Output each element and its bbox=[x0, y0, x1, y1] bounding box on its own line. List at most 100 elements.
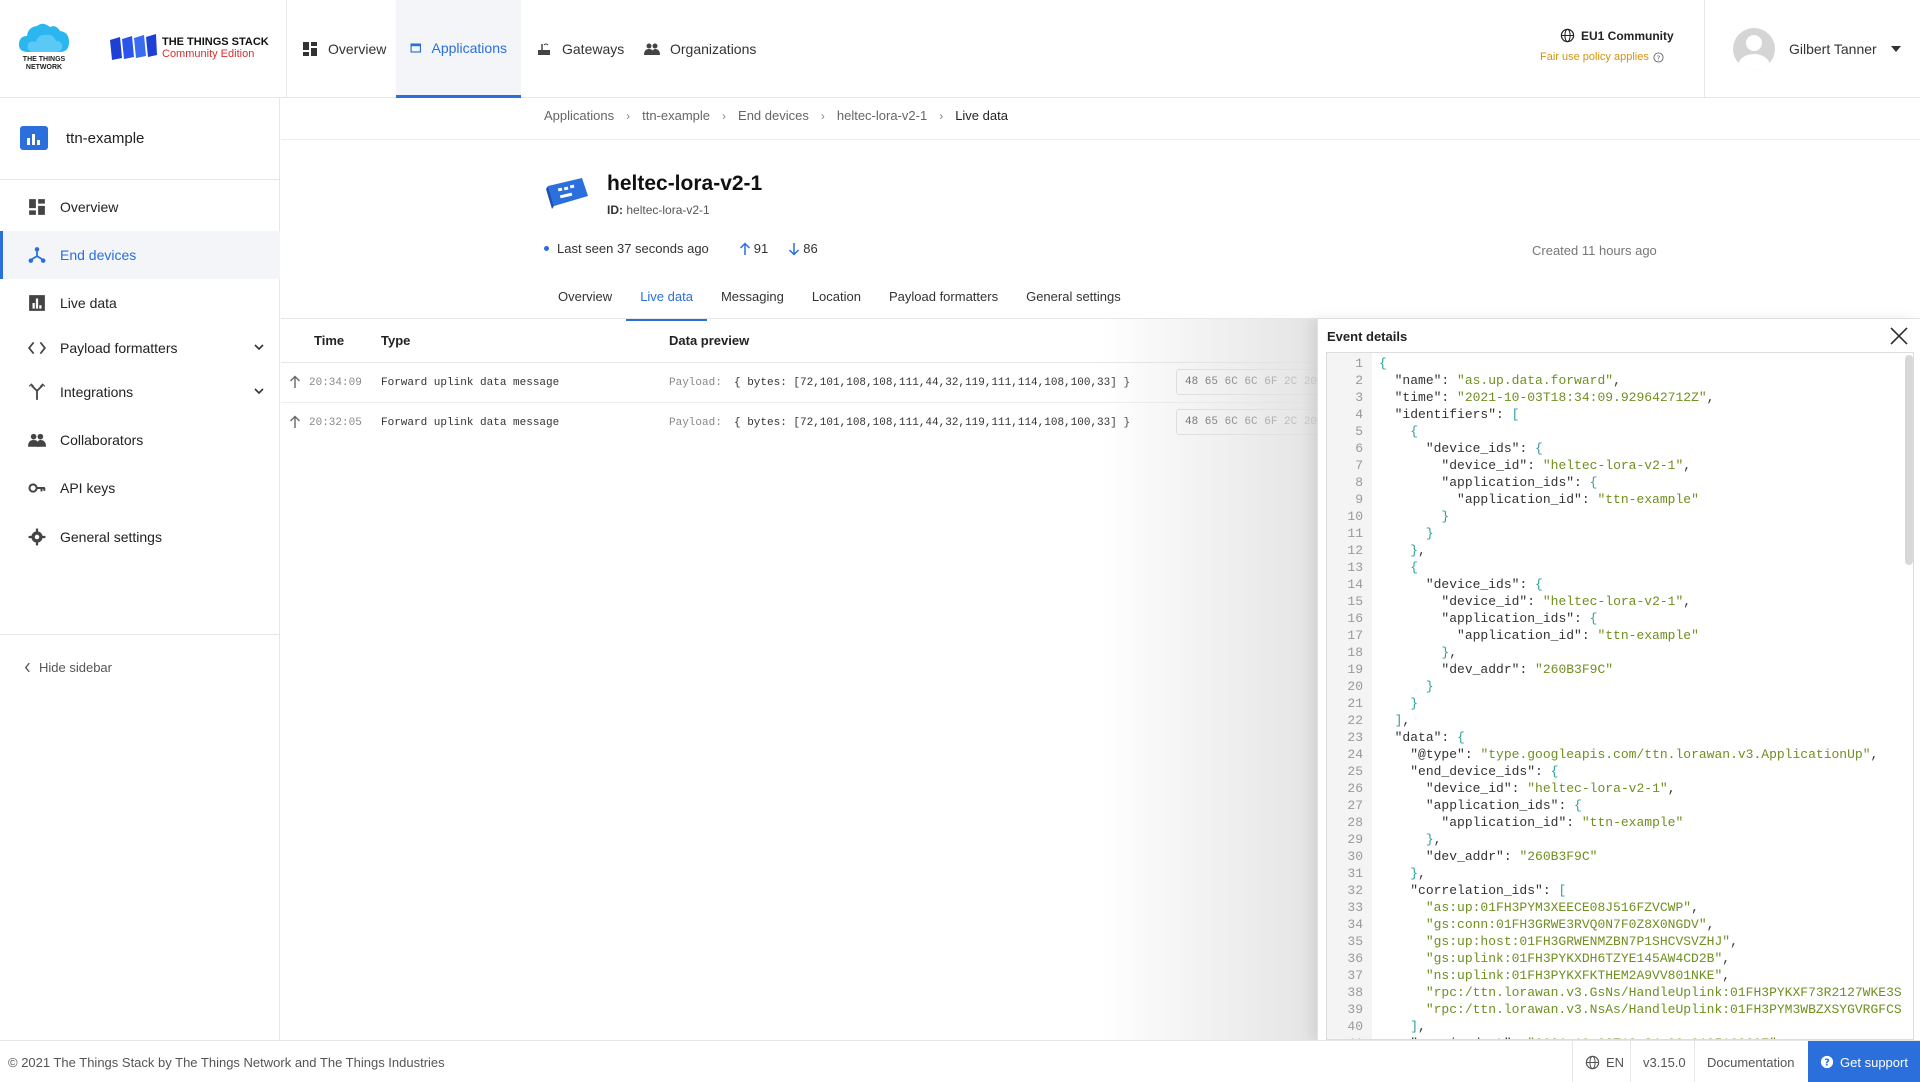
code-text: "application_id": "ttn-example" bbox=[1457, 628, 1699, 643]
user-menu[interactable]: Gilbert Tanner bbox=[1733, 28, 1901, 70]
line-number: 15 bbox=[1347, 594, 1363, 609]
code-text: "name": "as.up.data.forward", bbox=[1394, 373, 1621, 388]
people-icon bbox=[28, 433, 46, 447]
sidebar-item-collaborators[interactable]: Collaborators bbox=[0, 416, 280, 464]
code-line: 31 }, bbox=[1327, 865, 1913, 882]
sidebar-item-label: Live data bbox=[60, 295, 117, 311]
sidebar-item-integrations[interactable]: Integrations bbox=[0, 368, 280, 416]
event-details-panel: Event details 1{2 "name": "as.up.data.fo… bbox=[1317, 319, 1920, 1040]
sidebar-item-end-devices[interactable]: End devices bbox=[0, 231, 280, 279]
code-text: "data": { bbox=[1394, 730, 1465, 745]
code-text: "device_ids": { bbox=[1425, 577, 1543, 592]
breadcrumb-current: Live data bbox=[955, 108, 1008, 123]
sidebar-item-live-data[interactable]: Live data bbox=[0, 279, 280, 327]
code-line: 6 "device_ids": { bbox=[1327, 440, 1913, 457]
breadcrumb-separator: › bbox=[626, 108, 631, 123]
last-seen-label: Last seen 37 seconds ago bbox=[557, 241, 709, 256]
table-row[interactable]: 20:32:05 Forward uplink data message Pay… bbox=[281, 403, 1336, 443]
network-label: EU1 Community bbox=[1581, 28, 1674, 43]
hide-sidebar-label: Hide sidebar bbox=[39, 660, 112, 675]
arrow-up-icon bbox=[739, 241, 750, 255]
chevron-left-icon bbox=[24, 662, 30, 673]
line-number: 39 bbox=[1347, 1002, 1363, 1017]
event-type: Forward uplink data message bbox=[381, 377, 560, 389]
tab-overview[interactable]: Overview bbox=[544, 283, 626, 321]
event-type: Forward uplink data message bbox=[381, 417, 560, 429]
nav-overview[interactable]: Overview bbox=[288, 0, 400, 98]
nav-applications[interactable]: Applications bbox=[396, 0, 521, 98]
code-line: 9 "application_id": "ttn-example" bbox=[1327, 491, 1913, 508]
code-text: ], bbox=[1410, 1019, 1426, 1034]
code-line: 26 "device_id": "heltec-lora-v2-1", bbox=[1327, 780, 1913, 797]
line-number: 9 bbox=[1355, 492, 1363, 507]
line-number: 23 bbox=[1347, 730, 1363, 745]
code-text: } bbox=[1425, 679, 1434, 694]
payload-hex[interactable]: 48 65 6C 6C 6F 2C 20 77 bbox=[1176, 409, 1336, 435]
table-row[interactable]: 20:34:09 Forward uplink data message Pay… bbox=[281, 363, 1336, 403]
tab-messaging[interactable]: Messaging bbox=[707, 283, 798, 321]
network-selector[interactable]: EU1 Community Fair use policy applies ? bbox=[1540, 28, 1680, 64]
code-text: ], bbox=[1394, 713, 1411, 728]
scrollbar[interactable] bbox=[1905, 355, 1913, 565]
breadcrumb-end-devices[interactable]: End devices bbox=[738, 108, 809, 123]
close-icon[interactable] bbox=[1888, 325, 1910, 347]
code-text: }, bbox=[1425, 832, 1442, 847]
code-line: 14 "device_ids": { bbox=[1327, 576, 1913, 593]
sidebar-item-general-settings[interactable]: General settings bbox=[0, 513, 280, 561]
sidebar-item-label: Integrations bbox=[60, 384, 134, 400]
line-number: 7 bbox=[1355, 458, 1363, 473]
chart-icon bbox=[29, 295, 45, 311]
code-line: 19 "dev_addr": "260B3F9C" bbox=[1327, 661, 1913, 678]
line-number: 31 bbox=[1347, 866, 1363, 881]
code-line: 11 } bbox=[1327, 525, 1913, 542]
ttn-logo[interactable]: THE THINGS NETWORK bbox=[16, 22, 72, 78]
nav-gateways-label: Gateways bbox=[562, 41, 625, 57]
integrations-icon bbox=[28, 383, 46, 400]
code-line: 10 } bbox=[1327, 508, 1913, 525]
svg-text:?: ? bbox=[1824, 1058, 1830, 1069]
payload-value: { bytes: [72,101,108,108,111,44,32,119,1… bbox=[734, 377, 1131, 389]
get-support-button[interactable]: ? Get support bbox=[1808, 1041, 1920, 1082]
breadcrumb-applications[interactable]: Applications bbox=[544, 108, 614, 123]
code-text: "rpc:/ttn.lorawan.v3.NsAs/HandleUplink:0… bbox=[1425, 1002, 1902, 1017]
tab-live-data[interactable]: Live data bbox=[626, 283, 707, 321]
breadcrumb-device[interactable]: heltec-lora-v2-1 bbox=[837, 108, 927, 123]
globe-icon bbox=[1560, 28, 1575, 43]
tab-location[interactable]: Location bbox=[798, 283, 875, 321]
code-icon bbox=[28, 341, 46, 355]
hide-sidebar-button[interactable]: Hide sidebar bbox=[24, 660, 112, 675]
line-number: 4 bbox=[1355, 407, 1363, 422]
sidebar-item-api-keys[interactable]: API keys bbox=[0, 464, 280, 512]
code-line: 18 }, bbox=[1327, 644, 1913, 661]
documentation-link[interactable]: Documentation bbox=[1694, 1041, 1806, 1082]
globe-icon bbox=[1585, 1055, 1600, 1069]
sidebar-app-header[interactable]: ttn-example bbox=[20, 126, 144, 150]
breadcrumb-application[interactable]: ttn-example bbox=[642, 108, 710, 123]
fair-use-label: Fair use policy applies bbox=[1540, 51, 1649, 63]
tab-general-settings[interactable]: General settings bbox=[1012, 283, 1135, 321]
line-number: 26 bbox=[1347, 781, 1363, 796]
ttn-text-line-1: THE THINGS bbox=[22, 56, 66, 63]
stack-edition: Community Edition bbox=[162, 48, 255, 60]
code-line: 12 }, bbox=[1327, 542, 1913, 559]
json-viewer[interactable]: 1{2 "name": "as.up.data.forward", 3 "time… bbox=[1326, 352, 1914, 1040]
breadcrumb-separator: › bbox=[722, 108, 727, 123]
payload-hex[interactable]: 48 65 6C 6C 6F 2C 20 77 bbox=[1176, 369, 1336, 395]
nav-gateways[interactable]: Gateways bbox=[522, 0, 638, 98]
top-header: THE THINGS NETWORK THE THINGS STACK Comm… bbox=[0, 0, 1920, 98]
breadcrumb-separator: › bbox=[820, 108, 825, 123]
status-dot bbox=[544, 246, 549, 251]
documentation-label: Documentation bbox=[1707, 1054, 1795, 1070]
network-row: EU1 Community bbox=[1540, 28, 1680, 43]
sidebar-item-payload-formatters[interactable]: Payload formatters bbox=[0, 324, 280, 372]
user-name: Gilbert Tanner bbox=[1789, 41, 1877, 57]
nav-organizations[interactable]: Organizations bbox=[630, 0, 770, 98]
sidebar-item-overview[interactable]: Overview bbox=[0, 183, 280, 231]
the-things-stack-logo[interactable]: THE THINGS STACK Community Edition bbox=[108, 32, 278, 62]
code-text: { bbox=[1410, 424, 1419, 439]
line-number: 28 bbox=[1347, 815, 1363, 830]
tab-payload-formatters[interactable]: Payload formatters bbox=[875, 283, 1012, 321]
fair-use-notice[interactable]: Fair use policy applies ? bbox=[1540, 51, 1680, 63]
application-icon bbox=[20, 126, 48, 150]
language-selector[interactable]: EN bbox=[1572, 1041, 1636, 1082]
